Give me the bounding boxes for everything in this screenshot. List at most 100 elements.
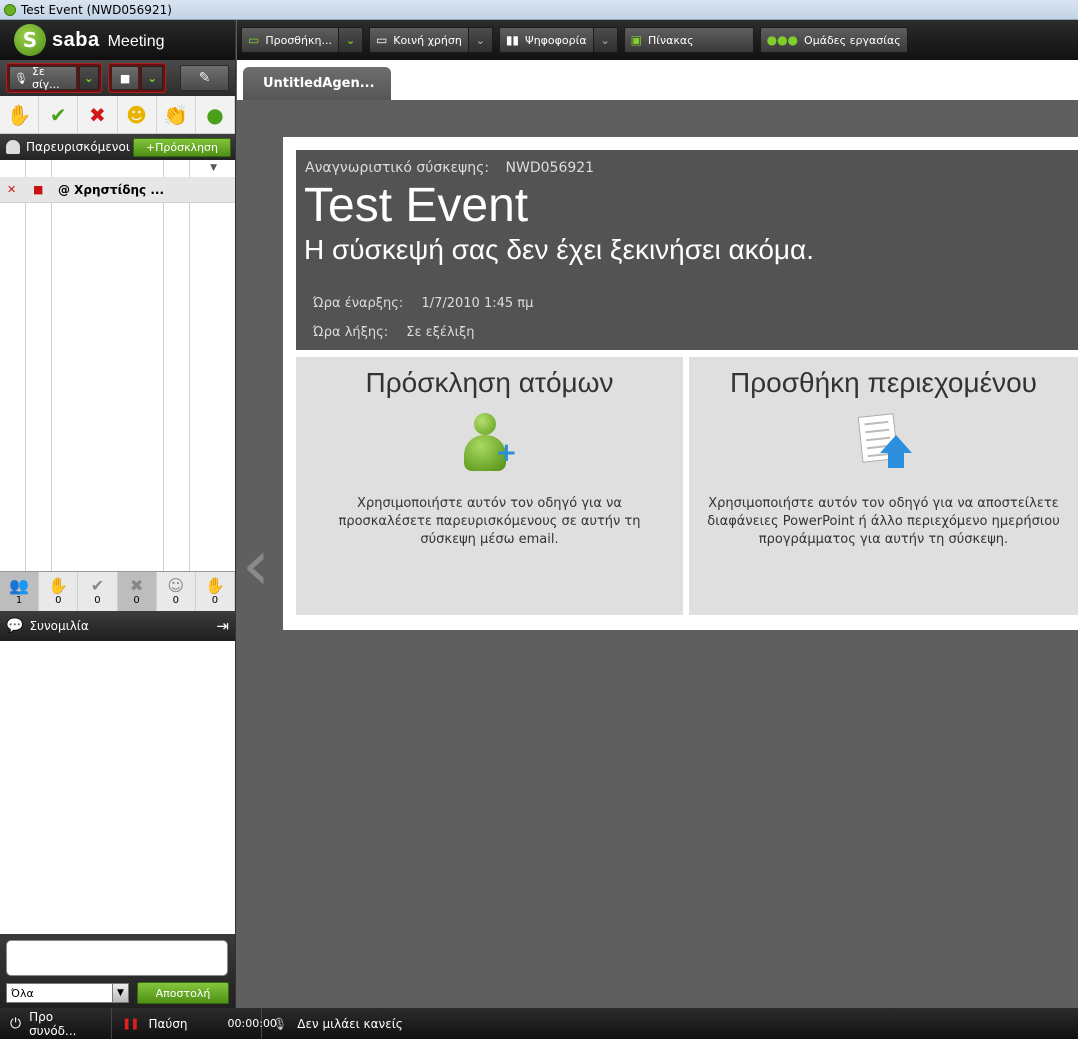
smiley-icon: ☺ [167,576,185,595]
people-icon: 👥 [9,576,30,595]
meeting-title: Test Event [304,179,529,232]
left-panel: S saba Meeting 🎙 Σε σίγ... ⌄ ■ ⌄ ✎ ✋ ✔ ✖… [0,20,236,1014]
meeting-state-button[interactable]: ⏻ Προ συνόδ... [0,1008,112,1039]
audio-video-bar: 🎙 Σε σίγ... ⌄ ■ ⌄ ✎ [0,60,235,96]
column-divider [51,160,52,571]
chat-messages [0,641,235,934]
chat-title: Συνομιλία [29,619,89,633]
user-away-icon: ● [206,102,224,127]
meeting-info: Αναγνωριστικό σύσκεψης: NWD056921 Test E… [296,150,1078,350]
monitor-icon: ▭ [375,33,388,47]
welcome-panel: Αναγνωριστικό σύσκεψης: NWD056921 Test E… [283,137,1078,630]
add-content-icon: ▭ [248,33,260,47]
microphone-icon: 🎙 [14,71,28,85]
upload-document-icon [854,413,914,475]
meeting-status: Η σύσκεψή σας δεν έχει ξεκινήσει ακόμα. [304,234,815,265]
microphone-icon: 🎙 [272,1016,288,1031]
count-disagree[interactable]: ✖ 0 [117,572,157,611]
count-smile[interactable]: ☺ 0 [157,572,196,611]
count-applause[interactable]: ✋ 0 [196,572,236,611]
attendee-row[interactable]: ✕ ■ @ Χρηστίδης ... [0,177,235,203]
pause-button[interactable]: ❚❚ Παύση 00:00:00 [112,1008,277,1039]
count-agree[interactable]: ✔ 0 [78,572,118,611]
chat-recipient-select[interactable]: Όλα ▼ [6,983,129,1003]
invite-card-text: Χρησιμοποιήστε αυτόν τον οδηγό για να πρ… [338,496,641,547]
end-time-value: Σε εξέλιξη [406,325,475,340]
share-button[interactable]: ▭ Κοινή χρήση [368,27,469,53]
main-toolbar: ▭ Προσθήκη... ⌄ ▭ Κοινή χρήση ⌄ ▮▮ Ψηφοφ… [237,20,1078,60]
share-label: Κοινή χρήση [393,33,462,47]
end-time: Ώρα λήξης: Σε εξέλιξη [313,325,475,340]
invite-card-title: Πρόσκληση ατόμων [365,367,614,398]
active-speaker: 🎙 Δεν μιλάει κανείς [262,1008,413,1039]
count-value: 0 [55,595,62,606]
start-time: Ώρα έναρξης: 1/7/2010 1:45 πμ [313,296,533,311]
start-time-value: 1/7/2010 1:45 πμ [421,296,534,311]
send-button[interactable]: Αποστολή [137,982,229,1004]
mic-mute-button[interactable]: 🎙 Σε σίγ... [9,65,77,91]
meeting-id-line: Αναγνωριστικό σύσκεψης: NWD056921 [305,160,594,176]
add-content-card[interactable]: Προσθήκη περιεχομένου Χρησιμοποιήστε αυτ… [689,357,1078,615]
meeting-id-label: Αναγνωριστικό σύσκεψης: [305,160,490,176]
disagree-button[interactable]: ✖ [78,96,118,133]
hand-icon: ✋ [6,102,32,127]
previous-arrow-icon[interactable]: ‹ [242,530,270,600]
window-title: Test Event (NWD056921) [21,2,172,17]
cross-icon: ✖ [89,102,106,127]
muted-mic-icon: ✕ [7,183,17,196]
end-time-label: Ώρα λήξης: [313,325,389,340]
camera-control: ■ ⌄ [108,63,167,93]
chat-message-input[interactable] [6,940,228,976]
column-divider [189,160,190,571]
poll-label: Ψηφοφορία [525,33,587,47]
add-content-button[interactable]: ▭ Προσθήκη... [241,27,339,53]
tab-agenda[interactable]: UntitledAgen... [243,67,391,100]
meeting-state-label: Προ συνόδ... [29,1009,77,1038]
camera-icon: ■ [119,71,131,85]
chat-compose: Όλα ▼ Αποστολή [0,934,235,1014]
pause-icon: ❚❚ [122,1017,139,1030]
mic-control: 🎙 Σε σίγ... ⌄ [6,63,103,93]
mic-dropdown-chevron-icon[interactable]: ⌄ [78,66,100,90]
share-chevron-icon[interactable]: ⌄ [468,27,493,53]
pause-label: Παύση [148,1016,188,1031]
smile-button[interactable]: ☻ [118,96,157,133]
poll-button[interactable]: ▮▮ Ψηφοφορία [498,27,594,53]
poll-chevron-icon[interactable]: ⌄ [593,27,618,53]
add-content-chevron-icon[interactable]: ⌄ [338,27,363,53]
camera-off-icon: ■ [33,183,44,196]
undock-chat-icon[interactable]: ⇥ [216,617,229,635]
breakout-label: Ομάδες εργασίας [804,33,901,47]
cross-icon: ✖ [129,576,144,595]
start-time-label: Ώρα έναρξης: [313,296,404,311]
pen-icon: ✎ [198,70,211,86]
hand-icon: ✋ [48,576,69,595]
invite-people-card[interactable]: Πρόσκληση ατόμων + Χρησιμοποιήστε αυτόν … [296,357,683,615]
app-icon [4,3,16,16]
step-away-button[interactable]: ● [196,96,236,133]
logo-product: Meeting [107,33,165,50]
whiteboard-button[interactable]: ▣ Πίνακας [623,27,754,53]
dropdown-arrow-icon: ▼ [112,984,128,1002]
raise-hand-button[interactable]: ✋ [0,96,40,133]
applause-icon: 👏 [163,102,189,127]
invite-button[interactable]: +Πρόσκληση [132,137,231,157]
count-hands[interactable]: ✋ 0 [39,572,79,611]
applause-button[interactable]: 👏 [157,96,196,133]
count-attendees[interactable]: 👥 1 [0,572,40,611]
power-icon: ⏻ [10,1015,22,1032]
logo-bar: S saba Meeting [0,20,235,60]
camera-button[interactable]: ■ [111,66,140,90]
column-divider [25,160,26,571]
content-card-text: Χρησιμοποιήστε αυτόν τον οδηγό για να απ… [707,496,1060,547]
group-icon: ●●● [766,33,799,47]
sort-arrow-icon[interactable]: ▼ [210,163,217,173]
column-divider [163,160,164,571]
breakout-button[interactable]: ●●● Ομάδες εργασίας [759,27,908,53]
add-person-icon: + [463,413,517,475]
agree-button[interactable]: ✔ [39,96,79,133]
content-card-title: Προσθήκη περιεχομένου [730,367,1037,398]
annotate-pen-button[interactable]: ✎ [180,65,229,91]
status-counts: 👥 1 ✋ 0 ✔ 0 ✖ 0 ☺ 0 ✋ 0 [0,571,236,611]
camera-dropdown-chevron-icon[interactable]: ⌄ [141,66,164,90]
